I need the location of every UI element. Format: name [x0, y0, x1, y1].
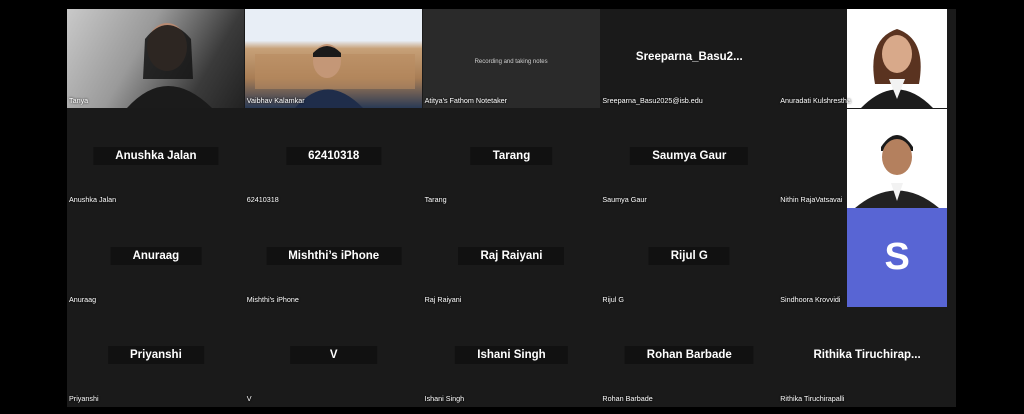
participant-name-label: Priyanshi — [69, 394, 99, 403]
participant-name-label: Anuradati Kulshrestha — [780, 95, 851, 105]
participant-tile-anuradati[interactable]: Anuradati Kulshrestha — [778, 9, 956, 109]
participant-display-name: V — [289, 346, 378, 365]
participant-tile-anushka[interactable]: Anushka Jalan Anushka Jalan — [67, 108, 245, 208]
participant-name-label: Sreeparna_Basu2025@isb.edu — [602, 95, 703, 105]
participant-name-label: Anuraag — [69, 294, 97, 304]
participant-display-name: Mishthi’s iPhone — [266, 246, 402, 265]
participant-display-name: Anushka Jalan — [93, 147, 219, 166]
participant-display-name: Rohan Barbade — [624, 346, 754, 365]
participant-avatar: S — [847, 208, 948, 307]
participant-tile-62410318[interactable]: 62410318 62410318 — [244, 108, 423, 208]
participant-video — [67, 9, 244, 108]
participant-video — [244, 9, 422, 108]
participant-display-name: Saumya Gaur — [630, 147, 749, 166]
participant-display-name: Anuraag — [110, 246, 202, 265]
participant-name-label: Anushka Jalan — [69, 195, 117, 204]
participant-name-label: Rijul G — [602, 294, 624, 304]
participant-display-name: Raj Raiyani — [458, 246, 565, 265]
participant-tile-v[interactable]: V V — [244, 307, 423, 407]
participant-tile-sindhoora[interactable]: S Sindhoora Krovvidi — [778, 208, 956, 308]
person-silhouette-icon — [254, 44, 415, 108]
participant-display-name: 62410318 — [286, 147, 382, 166]
bot-status-text: Recording and taking notes — [474, 59, 548, 65]
participant-tile-nithin[interactable]: Nithin RajaVatsavai — [778, 108, 956, 208]
participant-tile-tanya[interactable]: Tanya — [67, 9, 245, 109]
participant-tile-saumya[interactable]: Saumya Gaur Saumya Gaur — [600, 108, 779, 208]
participant-name-label: Saumya Gaur — [602, 195, 647, 204]
participant-display-name: Sreeparna_Basu2... — [635, 50, 743, 63]
participant-name-label: Ishani Singh — [424, 394, 465, 403]
participant-name-label: V — [246, 394, 252, 403]
participant-name-label: Vaibhav Kalamkar — [246, 95, 305, 105]
participant-tile-sreeparna[interactable]: Sreeparna_Basu2... Sreeparna_Basu2025@is… — [600, 9, 779, 109]
participant-tile-rohan[interactable]: Rohan Barbade Rohan Barbade — [600, 307, 779, 407]
person-photo-icon — [861, 29, 934, 108]
participant-display-name: Rithika Tiruchirap... — [813, 349, 921, 362]
participant-tile-rijul[interactable]: Rijul G Rijul G — [600, 208, 779, 308]
participant-tile-mishthi[interactable]: Mishthi’s iPhone Mishthi's iPhone — [244, 208, 423, 308]
person-photo-icon — [855, 134, 940, 208]
participant-tile-ishani[interactable]: Ishani Singh Ishani Singh — [422, 307, 601, 407]
participant-name-label: Tarang — [424, 195, 447, 204]
participant-name-label: Nithin RajaVatsavai — [780, 195, 843, 204]
participant-name-label: Tanya — [69, 95, 89, 105]
participant-tile-anuraag[interactable]: Anuraag Anuraag — [67, 208, 245, 308]
participant-tile-raj[interactable]: Raj Raiyani Raj Raiyani — [422, 208, 601, 308]
participant-tile-tarang[interactable]: Tarang Tarang — [422, 108, 601, 208]
participant-name-label: Raj Raiyani — [424, 294, 462, 304]
participant-photo — [847, 108, 948, 208]
participant-display-name: Tarang — [470, 147, 553, 166]
participant-name-label: Sindhoora Krovvidi — [780, 294, 841, 304]
participant-name-label: Atitya's Fathom Notetaker — [424, 95, 508, 105]
participant-grid: Tanya Vaibhav Kalamkar Recording and tak… — [67, 9, 956, 407]
participant-tile-rithika[interactable]: Rithika Tiruchirap... Rithika Tiruchirap… — [778, 307, 956, 407]
participant-name-label: Rithika Tiruchirapalli — [780, 394, 845, 403]
participant-name-label: 62410318 — [246, 195, 279, 204]
participant-name-label: Rohan Barbade — [602, 394, 653, 403]
participant-tile-fathom[interactable]: Recording and taking notes Atitya's Fath… — [422, 9, 601, 109]
person-silhouette-icon — [127, 23, 212, 108]
bot-screen: Recording and taking notes — [422, 9, 600, 108]
participant-display-name: Priyanshi — [108, 346, 204, 365]
participant-tile-vaibhav[interactable]: Vaibhav Kalamkar — [244, 9, 423, 109]
participant-display-name: Rijul G — [648, 246, 730, 265]
participant-display-name: Ishani Singh — [455, 346, 568, 365]
participant-tile-priyanshi[interactable]: Priyanshi Priyanshi — [67, 307, 245, 407]
participant-photo — [847, 9, 948, 108]
participant-name-label: Mishthi's iPhone — [246, 294, 299, 304]
